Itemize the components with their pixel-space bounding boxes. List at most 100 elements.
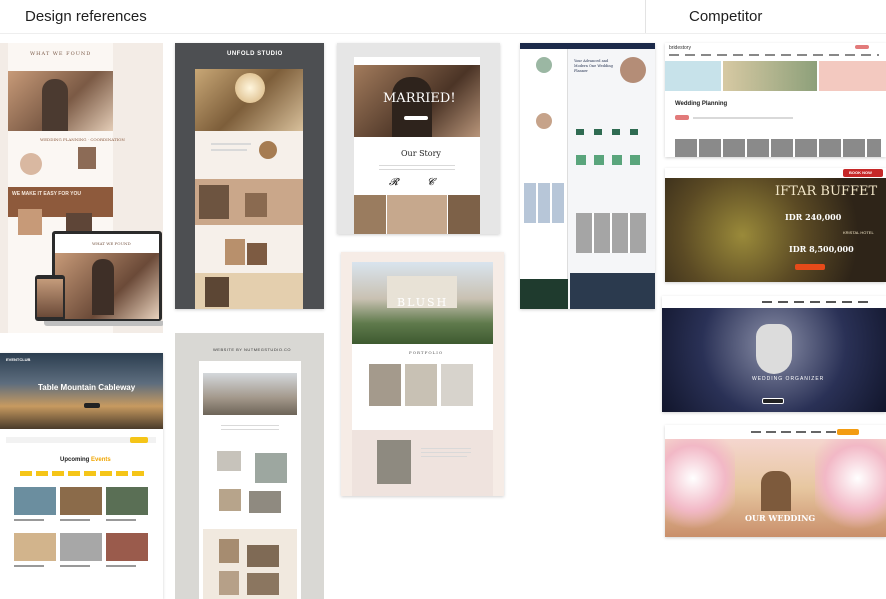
reference-unfold-studio[interactable]: UNFOLD STUDIO xyxy=(175,43,324,309)
nutmeg-text-2 xyxy=(221,429,279,430)
married-couple xyxy=(392,77,432,137)
section-title: WEDDING PLANNING · COORDINATION xyxy=(40,137,125,142)
planner-hero-photo xyxy=(620,57,646,83)
reference-wedding-whatwefound[interactable]: WHAT WE FOUND WEDDING PLANNING · COORDIN… xyxy=(0,43,163,333)
ourwedding-flowers-left xyxy=(665,439,735,537)
competitor-wedding-organizer[interactable]: WEDDING ORGANIZER xyxy=(662,296,886,412)
blush-logo: BLUSH xyxy=(397,296,449,309)
event-hero-button[interactable] xyxy=(84,403,100,408)
iftar-venue: KRISTAL HOTEL xyxy=(843,230,874,235)
laptop-logo: WHAT WE FOUND xyxy=(92,241,131,246)
nutmeg-photo-8 xyxy=(247,573,279,595)
married-signature-1: 𝓡 xyxy=(389,177,399,188)
organizer-button[interactable] xyxy=(762,398,784,404)
reference-blush[interactable]: BLUSH PORTFOLIO xyxy=(341,252,504,496)
event-card-4[interactable] xyxy=(14,533,56,561)
married-signature-2: 𝓒 xyxy=(427,177,435,188)
laptop-couple xyxy=(92,259,114,315)
ourwedding-button[interactable] xyxy=(837,429,859,435)
couple-silhouette xyxy=(42,79,68,131)
iftar-book-now-label[interactable]: BOOK NOW xyxy=(849,170,872,175)
planner-circle-1 xyxy=(536,57,552,73)
reference-married[interactable]: MARRIED! Our Story 𝓡 𝓒 xyxy=(337,43,500,234)
bridestory-banner-2 xyxy=(723,61,817,91)
competitor-iftar-buffet[interactable]: BOOK NOW IFTAR BUFFET IDR 240,000 IDR 8,… xyxy=(665,168,886,282)
organizer-nav[interactable] xyxy=(762,301,872,303)
planner-grid-left xyxy=(524,183,564,223)
design-references-heading: Design references xyxy=(25,8,147,25)
iftar-cta[interactable] xyxy=(795,264,825,270)
planner-mobile-left xyxy=(520,43,568,309)
photo-small xyxy=(78,147,96,169)
event-card-1[interactable] xyxy=(14,487,56,515)
nutmeg-photo-5 xyxy=(219,539,239,563)
blush-photo-2 xyxy=(405,364,437,406)
bridestory-logo: bridestory xyxy=(669,45,691,51)
event-section-word: Upcoming xyxy=(60,457,90,463)
blush-pink-band xyxy=(352,430,493,496)
organizer-title: WEDDING ORGANIZER xyxy=(752,376,825,382)
planner-circle-2 xyxy=(536,113,552,129)
event-section-title: Upcoming Events xyxy=(60,457,111,463)
unfold-photo-e xyxy=(205,277,229,307)
bridestory-banner-3 xyxy=(819,61,886,91)
nutmeg-photo-7 xyxy=(219,571,239,595)
bridestory-nav xyxy=(669,54,879,56)
planner-photo-grid xyxy=(576,213,646,253)
reference-nutmeg[interactable]: WEBSITE BY NUTMEGSTUDIO.CO xyxy=(175,333,324,599)
ourwedding-nav[interactable] xyxy=(751,431,841,433)
blush-photo-1 xyxy=(369,364,401,406)
event-card-5[interactable] xyxy=(60,533,102,561)
unfold-photo-d xyxy=(247,243,267,265)
unfold-photo-c xyxy=(225,239,245,265)
planner-footer xyxy=(570,273,655,309)
event-search-button[interactable] xyxy=(130,437,148,443)
ourwedding-couple xyxy=(761,471,791,511)
event-logo: EVENTCLUB xyxy=(6,357,31,362)
nutmeg-text-1 xyxy=(221,425,279,426)
competitor-heading: Competitor xyxy=(689,8,763,25)
story-line-1 xyxy=(379,165,455,166)
event-card-2[interactable] xyxy=(60,487,102,515)
married-hero-text: MARRIED! xyxy=(383,91,456,106)
nutmeg-hero xyxy=(203,373,297,415)
tablet-screen xyxy=(37,279,63,317)
band-title: WE MAKE IT EASY FOR YOU xyxy=(12,191,81,197)
unfold-text-line-2 xyxy=(211,149,247,151)
unfold-circle xyxy=(259,141,277,159)
blush-photo-3 xyxy=(441,364,473,406)
laptop-base xyxy=(44,321,163,326)
competitor-our-wedding[interactable]: OUR WEDDING xyxy=(665,425,886,537)
married-photo-3 xyxy=(448,195,480,234)
married-cta[interactable] xyxy=(404,116,428,120)
bridestory-filter[interactable] xyxy=(675,115,689,120)
organizer-bride xyxy=(756,324,792,374)
event-hero-title: Table Mountain Cableway xyxy=(38,383,136,392)
ourwedding-flowers-right xyxy=(815,439,886,537)
planner-top-bar xyxy=(520,43,655,49)
blush-text-1 xyxy=(421,448,471,449)
married-photo-1 xyxy=(354,195,386,234)
band-photo-1 xyxy=(18,209,42,235)
planner-footer-left xyxy=(520,279,568,309)
bridestory-filters[interactable] xyxy=(693,117,793,119)
competitor-bridestory[interactable]: bridestory Wedding Planning xyxy=(665,43,886,157)
iftar-price-2: IDR 8,500,000 xyxy=(789,244,854,254)
event-card-6[interactable] xyxy=(106,533,148,561)
nutmeg-photo-3 xyxy=(219,489,241,511)
heading-underline xyxy=(0,33,886,34)
unfold-logo: UNFOLD STUDIO xyxy=(227,51,283,57)
event-filter-chips[interactable] xyxy=(20,471,144,476)
unfold-text-line-1 xyxy=(211,143,251,145)
nutmeg-photo-6 xyxy=(247,545,279,567)
married-photo-2 xyxy=(387,195,447,234)
heading-divider xyxy=(645,0,646,34)
blush-photo-4 xyxy=(377,440,411,484)
nutmeg-photo-2 xyxy=(255,453,287,483)
unfold-photo-a xyxy=(199,185,229,219)
bridestory-login[interactable] xyxy=(855,45,869,49)
reference-eventclub[interactable]: EVENTCLUB Table Mountain Cableway Upcomi… xyxy=(0,353,163,599)
event-card-3[interactable] xyxy=(106,487,148,515)
nutmeg-label: WEBSITE BY NUTMEGSTUDIO.CO xyxy=(213,347,292,352)
reference-wedding-planner[interactable]: Your Advanced and Modern One Wedding Pla… xyxy=(520,43,655,309)
